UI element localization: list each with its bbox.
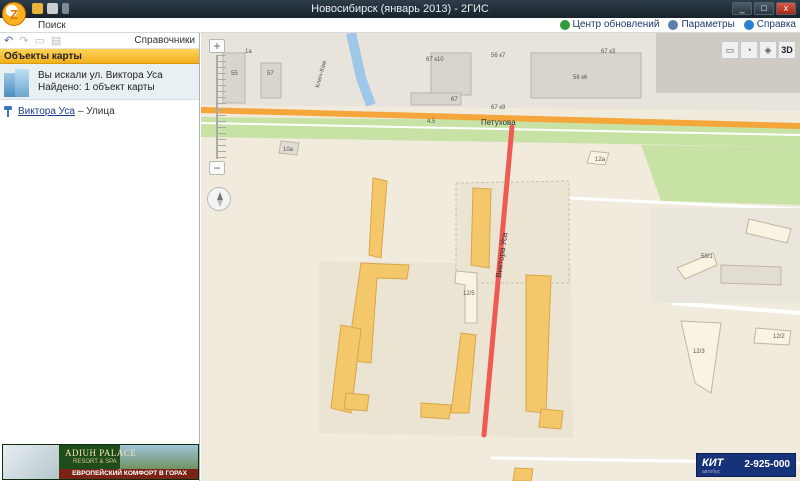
settings-label: Параметры [681,19,735,30]
help-label: Справка [756,19,796,30]
road-label: Петухова [481,118,516,127]
block [651,208,800,303]
building [260,62,282,99]
building [680,320,722,394]
section-header: Объекты карты [0,49,199,64]
street-link[interactable]: Виктора Уса [18,106,75,117]
banner-slogan: ЕВРОПЕЙСКИЙ КОМФОРТ В ГОРАХ КАВКАЗА! [59,469,198,479]
search-count-text: Найдено: 1 объект карты [38,81,155,93]
building [470,187,492,269]
building-number: 12/2 [773,334,785,340]
map-view[interactable]: Петухова Виктора Уса Ключ-Кам. 4.5 1а 55… [201,33,800,481]
window-title: Новосибирск (январь 2013) - 2ГИС [311,3,489,15]
street-type: – Улица [77,106,115,117]
app-logo-icon[interactable] [2,2,26,26]
banner-brand: ADIUH PALACE [65,448,137,458]
ad-banner[interactable]: ADIUH PALACE RESORT & SPA ЕВРОПЕЙСКИЙ КО… [2,444,199,480]
title-bar: Новосибирск (январь 2013) - 2ГИС _ □ x [0,0,800,18]
search-query-text: Вы искали ул. Виктора Уса [38,69,163,81]
update-center-label: Центр обновлений [572,19,660,30]
building-number: 55 [231,71,238,77]
building-number: 12/5 [463,291,475,297]
measure-button[interactable]: ◔ [740,41,758,59]
maximize-button[interactable]: □ [754,2,774,15]
map-controls: ▭ ◔ ◈ 3D [721,41,796,59]
building-number: 67 [451,97,458,103]
route-number: 4.5 [427,119,436,125]
building-number: 56 к6 [573,75,588,81]
update-center-link[interactable]: Центр обновлений [559,19,660,30]
building [420,402,452,420]
left-panel: ↶ ↷ ▭ ▤ Справочники Объекты карты Вы иск… [0,33,200,481]
building-number: 10а [283,147,294,153]
building-number: 56 к7 [491,53,506,59]
menu-bar: Поиск Центр обновлений Параметры Справка [0,18,800,33]
zoom-out-button[interactable]: − [209,161,225,175]
building [343,392,370,412]
help-link[interactable]: Справка [743,19,796,30]
directories-dropdown[interactable]: Справочники [134,35,195,46]
help-icon [743,19,754,30]
settings-icon [668,19,679,30]
list-item: Виктора Уса – Улица [0,100,199,123]
building-number: 67 к3 [601,49,616,55]
zoom-slider[interactable] [216,55,226,159]
building [512,467,534,481]
minimize-button[interactable]: _ [732,2,752,15]
settings-link[interactable]: Параметры [668,19,735,30]
ad-logo: КИТ [702,457,724,469]
building-number: 67 к10 [426,57,444,63]
building-number: 12а [595,157,606,163]
building [525,274,552,414]
building-number: 57 [267,71,274,77]
layers-button[interactable]: ◈ [759,41,777,59]
banner-brand-sub: RESORT & SPA [73,459,117,465]
ad-sub: автобус [702,469,721,475]
banner-photo [3,445,59,479]
back-button[interactable]: ↶ [4,34,13,47]
street-icon [4,106,12,117]
building-number: 58/1 [701,254,713,260]
buildings-icon [2,67,32,97]
map-ad[interactable]: КИТ 2-925-000 автобус [696,453,796,477]
zoom-control: + − [209,39,229,179]
ad-phone: 2-925-000 [744,459,790,470]
building-number: 1а [245,49,252,55]
building [720,264,782,286]
search-result: Вы искали ул. Виктора Уса Найдено: 1 объ… [0,64,199,100]
close-button[interactable]: x [776,2,796,15]
compass-icon[interactable] [207,187,231,211]
save-icon[interactable]: ▭ [34,34,44,47]
building-number: 12/3 [693,349,705,355]
road [670,301,800,315]
tab-search[interactable]: Поиск [38,20,66,31]
map-canvas[interactable]: Петухова Виктора Уса Ключ-Кам. 4.5 1а 55… [201,33,800,481]
zoom-in-button[interactable]: + [209,39,225,53]
update-icon [559,19,570,30]
3d-button[interactable]: 3D [778,41,796,59]
print-icon[interactable]: ▤ [51,34,61,47]
window-controls: _ □ x [732,2,796,15]
building [538,408,564,430]
building [368,177,388,259]
building-number: 67 к9 [491,105,506,111]
park-area [641,145,800,205]
ruler-button[interactable]: ▭ [721,41,739,59]
nav-toolbar: ↶ ↷ ▭ ▤ Справочники [0,33,199,49]
forward-button[interactable]: ↷ [19,34,28,47]
